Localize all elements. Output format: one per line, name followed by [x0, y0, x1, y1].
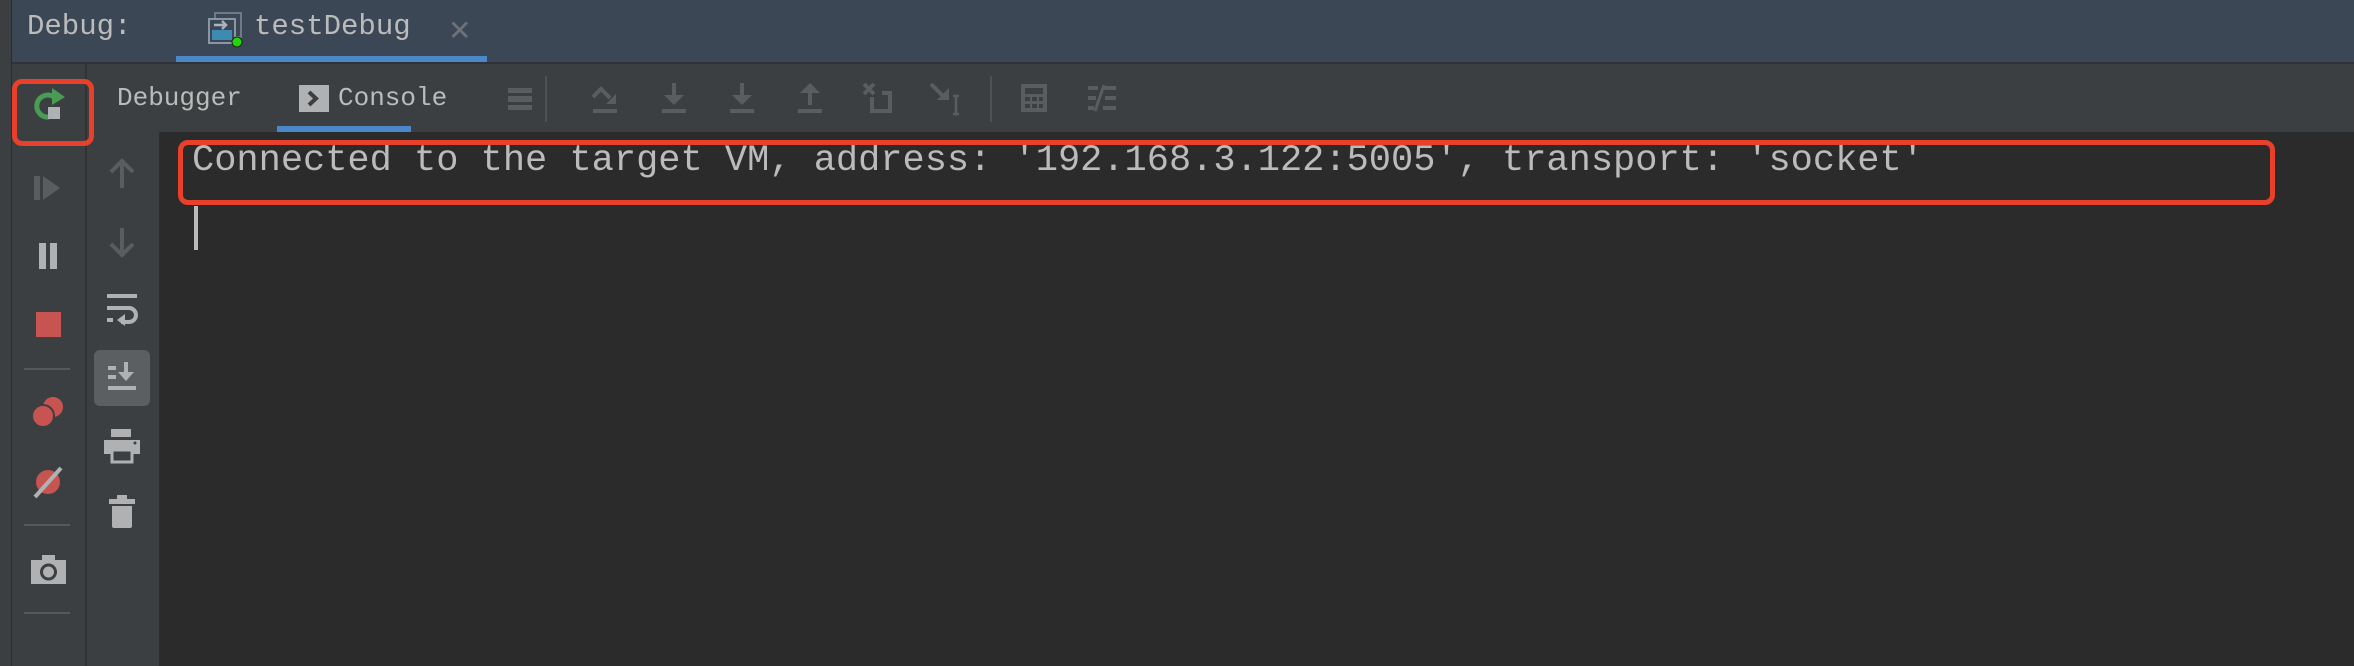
layout-list-icon — [508, 88, 532, 110]
tab-debugger[interactable]: Debugger — [117, 64, 242, 132]
tab-debugger-label: Debugger — [117, 83, 242, 113]
show-execution-point-icon — [591, 86, 617, 113]
console-icon — [299, 85, 329, 112]
evaluate-expression-icon — [1021, 84, 1047, 112]
up-arrow-icon — [109, 158, 135, 188]
scroll-to-end-icon — [108, 362, 136, 390]
console-line: Connected to the target VM, address: '19… — [192, 140, 1924, 182]
print-button[interactable] — [100, 424, 144, 468]
session-tab-label: testDebug — [254, 10, 411, 43]
layout-button[interactable] — [498, 76, 542, 120]
step-over-icon — [662, 83, 686, 113]
toolbar-separator — [990, 76, 992, 122]
get-thread-dump-button[interactable] — [26, 548, 70, 592]
trace-current-stream-icon — [1088, 84, 1116, 112]
step-over-button[interactable] — [652, 76, 696, 120]
run-to-cursor-icon — [929, 82, 959, 116]
evaluate-expression-button[interactable] — [1012, 76, 1056, 120]
toolbar-separator — [24, 524, 70, 526]
scroll-to-end-button[interactable] — [94, 350, 150, 406]
toolbar-separator — [24, 612, 70, 614]
resume-icon — [34, 176, 60, 200]
show-execution-point-button[interactable] — [584, 76, 628, 120]
debug-tool-window-header: Debug: testDebug ✕ — [12, 0, 2354, 64]
close-icon[interactable]: ✕ — [448, 14, 471, 47]
window-edge — [0, 0, 12, 666]
drop-frame-button[interactable] — [856, 76, 900, 120]
down-arrow-button[interactable] — [100, 220, 144, 264]
session-tab-testdebug[interactable]: testDebug ✕ — [164, 0, 487, 62]
print-icon — [104, 429, 140, 464]
stop-button[interactable] — [26, 302, 70, 346]
mute-breakpoints-icon — [33, 466, 63, 499]
camera-icon — [31, 555, 66, 584]
down-arrow-icon — [109, 228, 135, 258]
active-tab-indicator — [176, 56, 487, 62]
clear-all-icon — [109, 495, 135, 528]
tab-console-label: Console — [338, 83, 448, 113]
step-out-icon — [798, 83, 822, 113]
debug-session-icon — [208, 12, 244, 48]
run-to-cursor-button[interactable] — [924, 76, 968, 120]
rerun-icon — [34, 88, 65, 120]
toolbar-separator — [545, 76, 547, 122]
console-output[interactable]: Connected to the target VM, address: '19… — [160, 132, 2354, 666]
view-breakpoints-button[interactable] — [26, 390, 70, 434]
step-out-button[interactable] — [788, 76, 832, 120]
trace-current-stream-button[interactable] — [1080, 76, 1124, 120]
resume-button[interactable] — [26, 166, 70, 210]
pause-button[interactable] — [26, 234, 70, 278]
rerun-button[interactable] — [27, 82, 71, 126]
step-into-icon — [730, 83, 754, 113]
soft-wrap-button[interactable] — [100, 288, 144, 332]
step-into-button[interactable] — [720, 76, 764, 120]
tab-console[interactable]: Console — [277, 64, 447, 132]
pause-icon — [39, 243, 57, 269]
tool-window-title: Debug: — [27, 10, 132, 43]
view-breakpoints-icon — [31, 395, 65, 428]
text-caret — [194, 206, 198, 250]
debug-toolbar: Debugger Console — [87, 64, 2354, 134]
toolbar-separator — [24, 144, 70, 146]
toolbar-separator — [24, 368, 70, 370]
mute-breakpoints-button[interactable] — [26, 460, 70, 504]
up-arrow-button[interactable] — [100, 152, 144, 196]
clear-all-button[interactable] — [100, 490, 144, 534]
drop-frame-icon — [862, 82, 892, 113]
stop-icon — [36, 312, 61, 337]
soft-wrap-icon — [107, 294, 138, 326]
